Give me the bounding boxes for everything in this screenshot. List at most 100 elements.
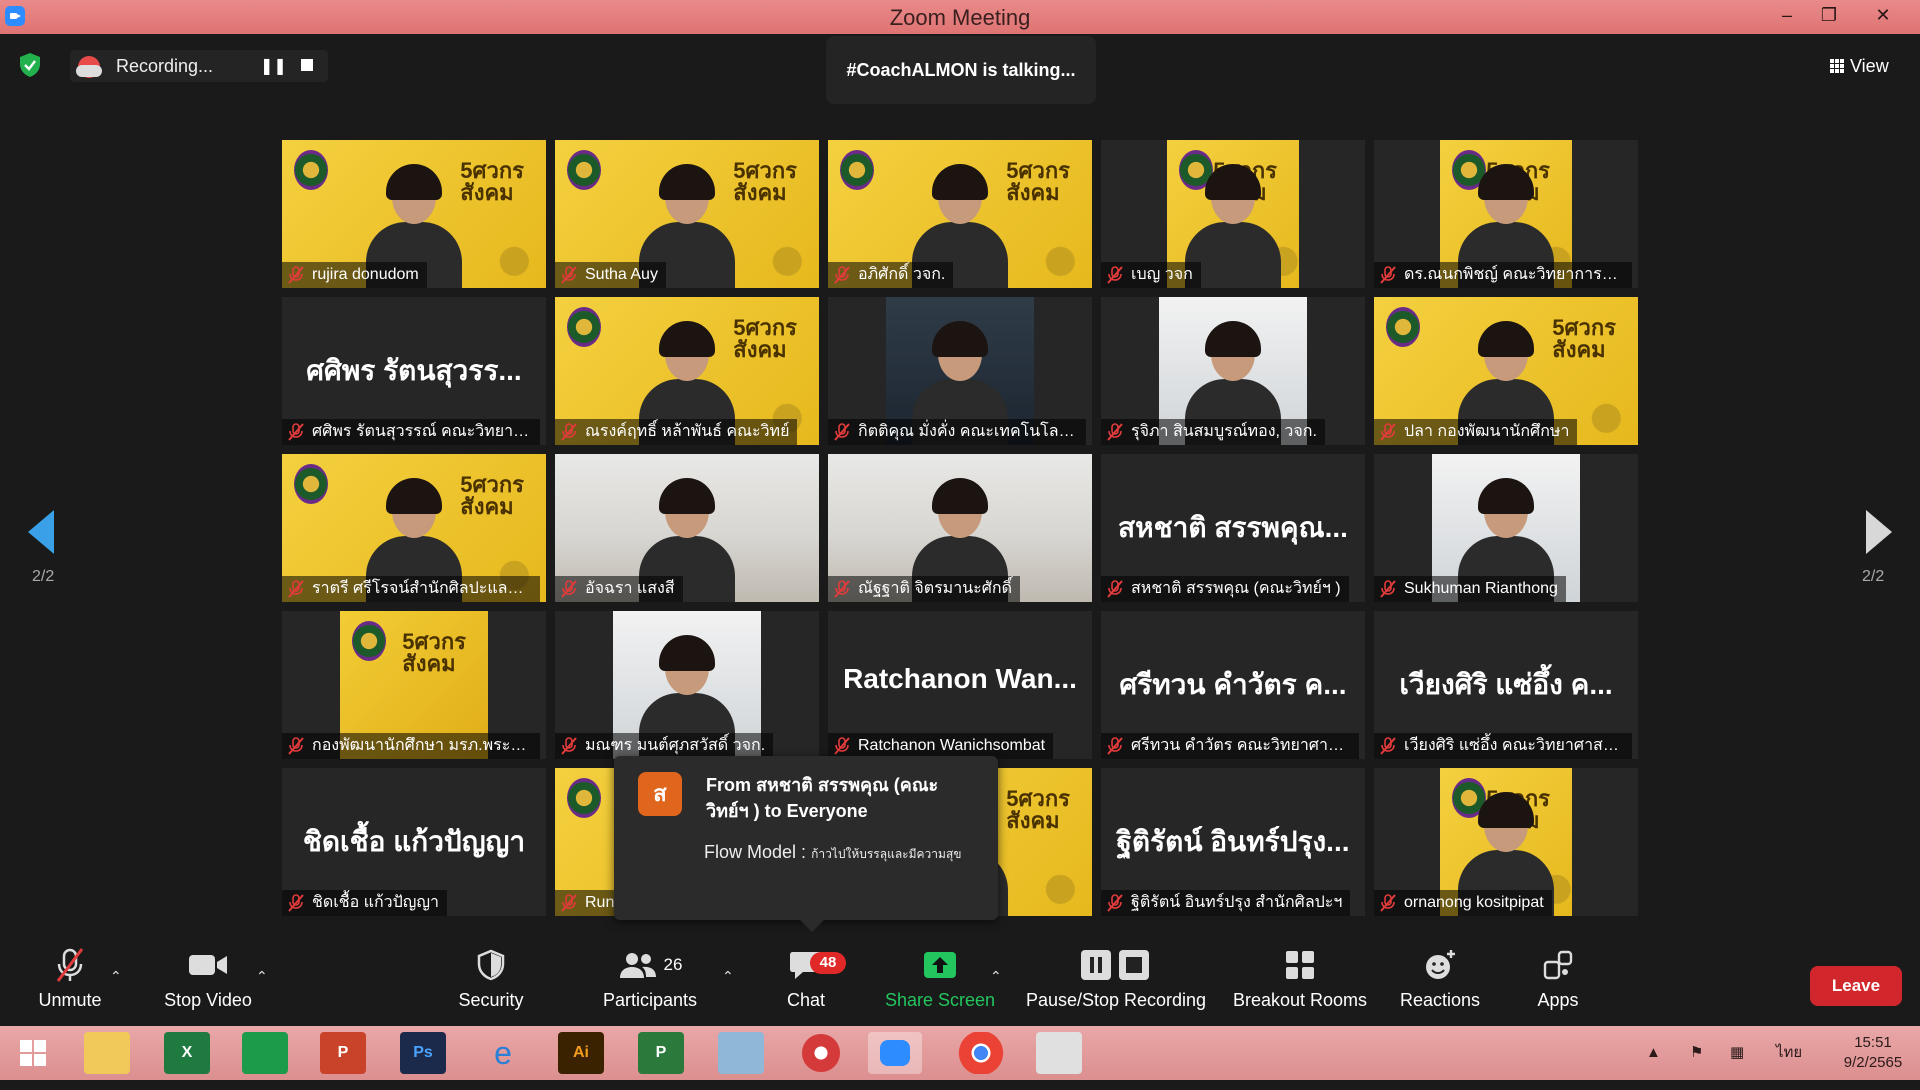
windows-start-icon[interactable] bbox=[10, 1032, 56, 1074]
participant-tile[interactable]: Sukhuman Rianthong bbox=[1374, 454, 1638, 602]
participant-tile[interactable]: 5ศวกร สังคม rujira donudom bbox=[282, 140, 546, 288]
participant-name: ณรงค์ฤทธิ์ หล้าพันธ์ คณะวิทย์ bbox=[585, 423, 790, 440]
reactions-smiley-icon bbox=[1426, 950, 1455, 979]
participant-name: Sutha Auy bbox=[585, 266, 658, 283]
muted-mic-icon bbox=[288, 737, 304, 755]
active-speaker-banner: #CoachALMON is talking... bbox=[826, 36, 1096, 104]
input-language[interactable]: ไทย bbox=[1776, 1026, 1802, 1080]
event-banner-line2: สังคม bbox=[1006, 180, 1060, 205]
encryption-shield-icon[interactable] bbox=[18, 52, 42, 78]
participant-tile[interactable]: 5ศวกร สังคม ณรงค์ฤทธิ์ หล้าพันธ์ คณะวิทย์ bbox=[555, 297, 819, 445]
participant-name-label: ศรีทวน คำวัตร คณะวิทยาศาส... bbox=[1101, 733, 1359, 759]
participant-tile[interactable]: กิตติคุณ มั่งคั่ง คณะเทคโนโลยีอุ... bbox=[828, 297, 1092, 445]
project-icon[interactable]: P bbox=[638, 1032, 684, 1074]
internet-explorer-icon[interactable]: e bbox=[480, 1032, 526, 1074]
muted-mic-icon bbox=[288, 423, 304, 441]
participant-tile[interactable]: มณฑร มนต์ศุภสวัสดิ์ วจก. bbox=[555, 611, 819, 759]
event-banner-line1: 5ศวกร bbox=[460, 158, 524, 183]
excel-icon[interactable]: X bbox=[164, 1032, 210, 1074]
photos-icon[interactable] bbox=[1036, 1032, 1082, 1074]
event-banner-line1: 5ศวกร bbox=[1006, 158, 1070, 183]
photoshop-icon[interactable]: Ps bbox=[400, 1032, 446, 1074]
participant-name: Ratchanon Wanichsombat bbox=[858, 737, 1046, 754]
participant-tile[interactable]: 5ศวกร สังคม กองพัฒนานักศึกษา มรภ.พระนคร bbox=[282, 611, 546, 759]
muted-mic-icon bbox=[1380, 894, 1396, 912]
network-icon[interactable]: ▦ bbox=[1730, 1026, 1744, 1080]
participant-tile[interactable]: เวียงศิริ แซ่อึ้ง ค... เวียงศิริ แซ่อึ้ง … bbox=[1374, 611, 1638, 759]
participant-tile[interactable]: 5ศวกร สังคม ปลา กองพัฒนานักศึกษา bbox=[1374, 297, 1638, 445]
university-seal-icon bbox=[1386, 307, 1420, 347]
participant-tile[interactable]: รุจิภา สินสมบูรณ์ทอง, วจก. bbox=[1101, 297, 1365, 445]
muted-mic-icon bbox=[1107, 580, 1123, 598]
event-banner: 5ศวกรสังคม bbox=[1552, 317, 1616, 361]
photoscape-icon[interactable] bbox=[798, 1032, 844, 1074]
participant-tile[interactable]: ชิดเชื้อ แก้วปัญญา ชิดเชื้อ แก้วปัญญา bbox=[282, 768, 546, 916]
apps-button[interactable]: Apps bbox=[1518, 940, 1598, 1026]
unmute-button[interactable]: Unmute bbox=[20, 940, 120, 1026]
participant-tile[interactable]: ฐิติรัตน์ อินทร์ปรุง... ฐิติรัตน์ อินทร์ป… bbox=[1101, 768, 1365, 916]
participant-tile[interactable]: 5ศวกร สังคม ราตรี ศรีโรจน์สำนักศิลปะและว..… bbox=[282, 454, 546, 602]
participant-name: มณฑร มนต์ศุภสวัสดิ์ วจก. bbox=[585, 737, 766, 754]
unmute-label: Unmute bbox=[38, 990, 102, 1010]
participants-options-caret-icon[interactable]: ⌃ bbox=[722, 968, 734, 985]
microphone-muted-icon bbox=[56, 948, 84, 982]
action-center-flag-icon[interactable]: ⚑ bbox=[1690, 1026, 1703, 1080]
apps-icon bbox=[1543, 950, 1573, 980]
muted-mic-icon bbox=[561, 423, 577, 441]
participant-name: ศศิพร รัตนสุวรรณ์ คณะวิทยาศ... bbox=[312, 423, 537, 440]
event-banner: 5ศวกรสังคม bbox=[1006, 788, 1070, 832]
participant-name-label: ณัฐฐาติ จิตรมานะศักดิ์ bbox=[828, 576, 1020, 602]
muted-mic-icon bbox=[1380, 423, 1396, 441]
participant-name-label: ณรงค์ฤทธิ์ หล้าพันธ์ คณะวิทย์ bbox=[555, 419, 798, 445]
file-explorer-icon[interactable] bbox=[84, 1032, 130, 1074]
participant-name-label: ราตรี ศรีโรจน์สำนักศิลปะและว... bbox=[282, 576, 540, 602]
participant-tile[interactable]: 5ศวกรสังคมดร.ณนกพิชญ์ คณะวิทยาการจัด... bbox=[1374, 140, 1638, 288]
participant-tile[interactable]: ณัฐฐาติ จิตรมานะศักดิ์ bbox=[828, 454, 1092, 602]
stop-video-button[interactable]: Stop Video bbox=[150, 940, 266, 1026]
muted-mic-icon bbox=[288, 580, 304, 598]
participant-tile[interactable]: 5ศวกร สังคม Sutha Auy bbox=[555, 140, 819, 288]
publisher-store-icon[interactable] bbox=[242, 1032, 288, 1074]
participant-tile[interactable]: 5ศวกรสังคมornanong kositpipat bbox=[1374, 768, 1638, 916]
notes-icon[interactable] bbox=[718, 1032, 764, 1074]
share-screen-button[interactable]: Share Screen bbox=[880, 940, 1000, 1026]
security-button[interactable]: Security bbox=[446, 940, 536, 1026]
illustrator-icon[interactable]: Ai bbox=[558, 1032, 604, 1074]
pause-stop-recording-button[interactable]: Pause/Stop Recording bbox=[1024, 940, 1208, 1026]
participant-tile[interactable]: Ratchanon Wan... Ratchanon Wanichsombat bbox=[828, 611, 1092, 759]
video-options-caret-icon[interactable]: ⌃ bbox=[256, 968, 268, 985]
share-screen-label: Share Screen bbox=[884, 990, 996, 1010]
powerpoint-icon[interactable]: P bbox=[320, 1032, 366, 1074]
title-bar: Zoom Meeting – ❐ ✕ bbox=[0, 0, 1920, 34]
participant-tile[interactable]: 5ศวกร สังคม อภิศักดิ์ วจก. bbox=[828, 140, 1092, 288]
chrome-icon[interactable] bbox=[958, 1032, 1004, 1074]
clock-date[interactable]: 9/2/2565 bbox=[1838, 1036, 1908, 1090]
zoom-taskbar-icon[interactable] bbox=[868, 1032, 922, 1074]
view-button[interactable]: View bbox=[1830, 50, 1906, 82]
audio-options-caret-icon[interactable]: ⌃ bbox=[110, 968, 122, 985]
participant-tile[interactable]: ศรีทวน คำวัตร ค... ศรีทวน คำวัตร คณะวิทยา… bbox=[1101, 611, 1365, 759]
participant-name: ฐิติรัตน์ อินทร์ปรุง สำนักศิลปะฯ bbox=[1131, 894, 1343, 911]
participant-tile[interactable]: อัจฉรา แสงสี bbox=[555, 454, 819, 602]
participant-tile[interactable]: สหชาติ สรรพคุณ... สหชาติ สรรพคุณ (คณะวิทย… bbox=[1101, 454, 1365, 602]
tray-chevron-icon[interactable]: ▲ bbox=[1646, 1026, 1661, 1080]
pause-recording-button[interactable]: ❚❚ bbox=[260, 56, 287, 76]
pause-stop-recording-label: Pause/Stop Recording bbox=[1025, 990, 1207, 1010]
restore-button[interactable]: ❐ bbox=[1806, 0, 1852, 34]
chat-notification[interactable]: ส From สหชาติ สรรพคุณ (คณะวิทย์ฯ ) to Ev… bbox=[614, 756, 998, 932]
minimize-button[interactable]: – bbox=[1764, 0, 1810, 34]
previous-page-arrow-icon[interactable] bbox=[28, 510, 54, 554]
participant-name: ณัฐฐาติ จิตรมานะศักดิ์ bbox=[858, 580, 1012, 597]
breakout-rooms-button[interactable]: Breakout Rooms bbox=[1228, 940, 1372, 1026]
leave-button[interactable]: Leave bbox=[1810, 966, 1902, 1006]
participant-tile[interactable]: ศศิพร รัตนสุวรร... ศศิพร รัตนสุวรรณ์ คณะว… bbox=[282, 297, 546, 445]
grid-icon bbox=[1830, 59, 1844, 73]
participants-button[interactable]: 26 Participants bbox=[594, 940, 706, 1026]
participant-tile[interactable]: 5ศวกรสังคมเบญ วจก bbox=[1101, 140, 1365, 288]
stop-recording-button[interactable] bbox=[301, 59, 313, 71]
share-options-caret-icon[interactable]: ⌃ bbox=[990, 968, 1002, 985]
close-button[interactable]: ✕ bbox=[1860, 0, 1906, 34]
next-page-arrow-icon[interactable] bbox=[1866, 510, 1892, 554]
participants-icon bbox=[619, 953, 656, 978]
reactions-button[interactable]: Reactions bbox=[1390, 940, 1490, 1026]
